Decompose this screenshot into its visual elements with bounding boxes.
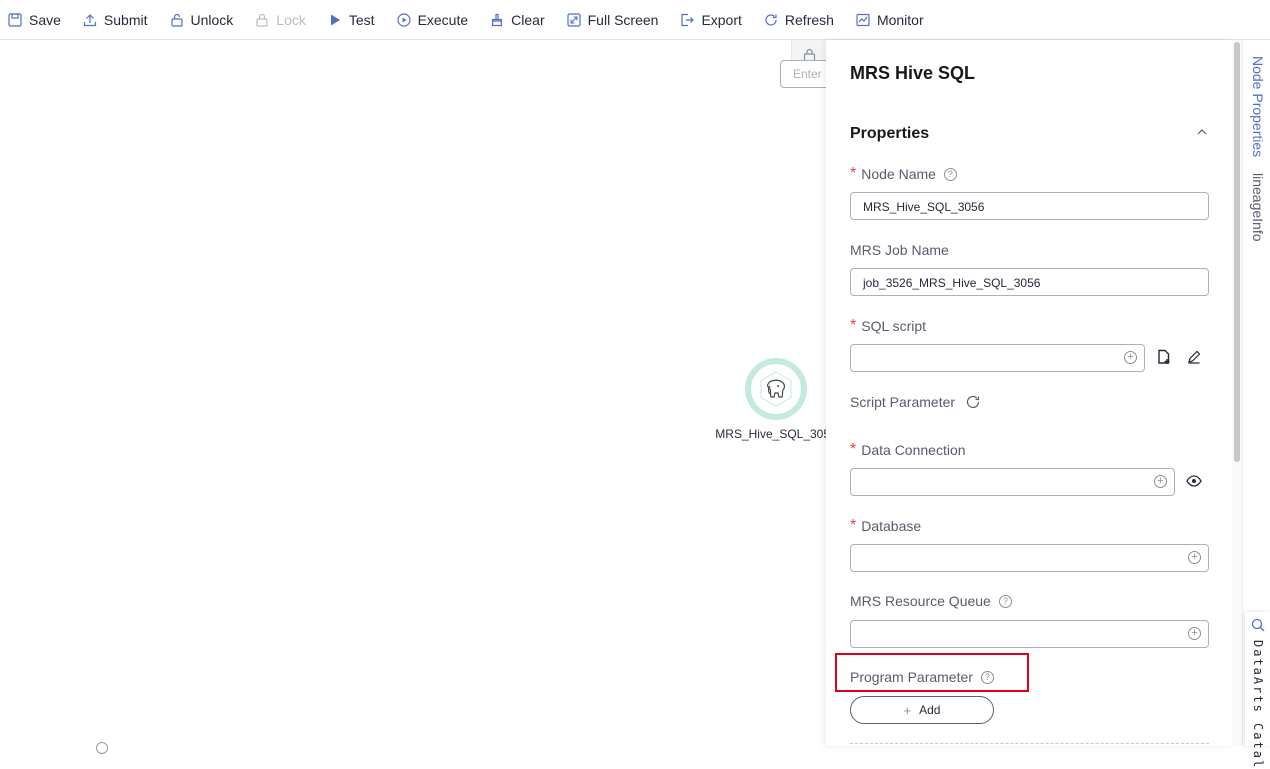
- required-marker: *: [850, 317, 857, 334]
- submit-button[interactable]: Submit: [83, 0, 148, 40]
- add-circle-icon[interactable]: +: [1154, 475, 1167, 488]
- monitor-button[interactable]: Monitor: [856, 0, 924, 40]
- hive-elephant-icon: [751, 364, 801, 414]
- required-marker: *: [850, 165, 857, 182]
- mrs-resource-queue-label: MRS Resource Queue ?: [850, 593, 1012, 609]
- save-icon: [8, 12, 22, 27]
- node-name-input[interactable]: MRS_Hive_SQL_3056: [850, 192, 1209, 220]
- new-file-icon[interactable]: [1156, 349, 1172, 365]
- play-icon: [328, 13, 342, 27]
- highlight-box: [835, 653, 1029, 692]
- lock-button[interactable]: Lock: [255, 0, 306, 40]
- required-marker: *: [850, 517, 857, 534]
- data-connection-select[interactable]: +: [850, 468, 1175, 496]
- refresh-icon: [764, 13, 778, 27]
- add-circle-icon[interactable]: +: [1188, 627, 1201, 640]
- panel-title: MRS Hive SQL: [850, 63, 976, 83]
- refresh-icon[interactable]: [965, 394, 981, 410]
- edit-icon[interactable]: [1186, 349, 1202, 365]
- save-button[interactable]: Save: [8, 0, 61, 40]
- data-connection-label: * Data Connection: [850, 441, 966, 458]
- export-icon: [680, 13, 695, 27]
- divider: [850, 743, 1209, 744]
- upload-icon: [83, 13, 97, 27]
- tab-lineage-info[interactable]: lineageInfo: [1250, 173, 1266, 242]
- chevron-up-icon[interactable]: [1195, 125, 1209, 139]
- add-circle-icon[interactable]: +: [1188, 551, 1201, 564]
- execute-button[interactable]: Execute: [396, 0, 468, 40]
- add-parameter-button[interactable]: + Add: [850, 696, 994, 724]
- database-select[interactable]: +: [850, 544, 1209, 572]
- export-button[interactable]: Export: [680, 0, 742, 40]
- workflow-canvas[interactable]: [0, 41, 826, 746]
- dataarts-catalog-tab[interactable]: DataArts Catal: [1245, 612, 1270, 769]
- test-button[interactable]: Test: [328, 0, 375, 40]
- node-name-label: * Node Name ?: [850, 165, 957, 183]
- unlock-button[interactable]: Unlock: [170, 0, 233, 40]
- database-label: * Database: [850, 517, 922, 534]
- search-icon: [1251, 618, 1265, 632]
- node-label: MRS_Hive_SQL_3056: [715, 427, 837, 441]
- zoom-icon[interactable]: [96, 742, 108, 754]
- sql-script-label: * SQL script: [850, 317, 927, 334]
- lock-icon: [255, 13, 269, 27]
- toolbar: Save Submit Unlock Lock Test Execute Cle…: [0, 0, 1270, 40]
- refresh-button[interactable]: Refresh: [764, 0, 834, 40]
- unlock-icon: [170, 13, 184, 27]
- broom-icon: [490, 13, 504, 27]
- node-properties-panel: MRS Hive SQL Properties * Node Name ? MR…: [826, 40, 1232, 746]
- help-icon[interactable]: ?: [998, 594, 1012, 608]
- script-parameter-label: Script Parameter: [850, 394, 981, 410]
- sql-script-select[interactable]: +: [850, 344, 1145, 372]
- required-marker: *: [850, 441, 857, 458]
- clear-button[interactable]: Clear: [490, 0, 545, 40]
- scrollbar-thumb[interactable]: [1234, 42, 1240, 462]
- hive-sql-node[interactable]: [745, 358, 807, 420]
- add-circle-icon[interactable]: +: [1124, 351, 1137, 364]
- plus-icon: +: [903, 702, 912, 718]
- full-screen-button[interactable]: Full Screen: [567, 0, 658, 40]
- tab-node-properties[interactable]: Node Properties: [1250, 56, 1266, 157]
- monitor-icon: [856, 13, 870, 27]
- help-icon[interactable]: ?: [943, 167, 957, 181]
- mrs-resource-queue-select[interactable]: +: [850, 620, 1209, 648]
- fullscreen-icon: [567, 12, 581, 27]
- canvas-search-input[interactable]: Enter: [780, 60, 826, 88]
- mrs-job-name-label: MRS Job Name: [850, 242, 949, 258]
- execute-icon: [396, 12, 411, 27]
- mrs-job-name-input[interactable]: job_3526_MRS_Hive_SQL_3056: [850, 268, 1209, 296]
- section-title: Properties: [850, 125, 930, 142]
- eye-icon[interactable]: [1186, 473, 1202, 489]
